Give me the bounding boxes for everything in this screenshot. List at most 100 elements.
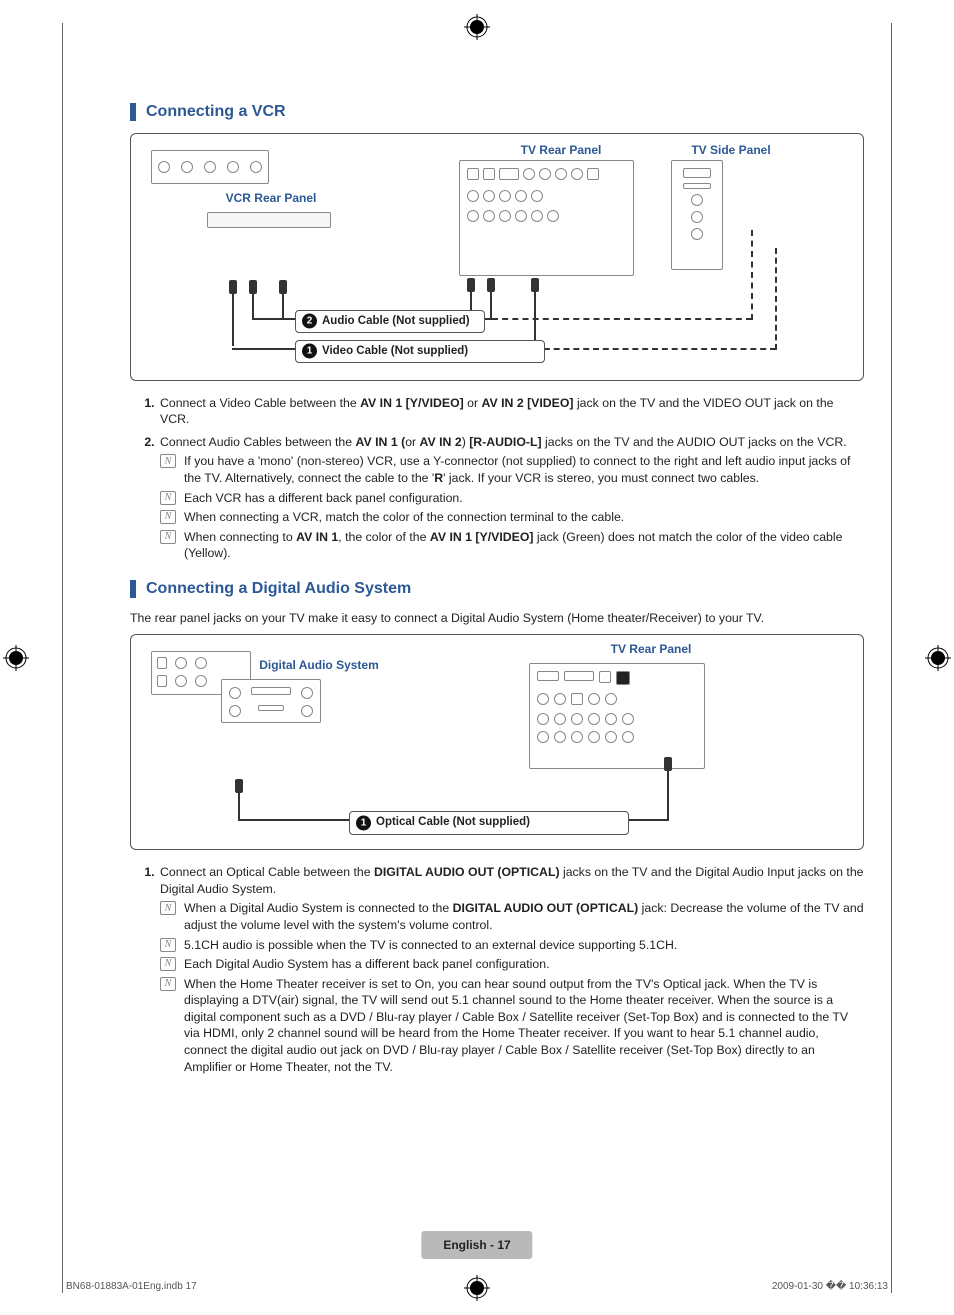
note-icon: N [160, 938, 176, 952]
text: Connect an Optical Cable between the [160, 865, 374, 879]
cable-line [490, 292, 492, 318]
label-tv-rear-panel: TV Rear Panel [576, 641, 726, 657]
note-item: N Each Digital Audio System has a differ… [160, 956, 864, 973]
text: 5.1CH audio is possible when the TV is c… [184, 938, 677, 952]
cable-line [232, 294, 234, 346]
note-icon: N [160, 510, 176, 524]
label-vcr-rear-panel: VCR Rear Panel [191, 190, 351, 206]
text-bold: AV IN 1 [296, 530, 338, 544]
registration-mark-icon [925, 645, 951, 671]
text: When connecting to [184, 530, 296, 544]
tv-rear-panel-icon [459, 160, 634, 276]
text-bold: AV IN 2 [VIDEO] [482, 396, 574, 410]
callout-number-1: 1 [302, 344, 317, 359]
callout-number-1: 1 [356, 815, 371, 830]
cable-plug-icon [235, 779, 243, 793]
cable-line [238, 793, 240, 819]
note-icon: N [160, 454, 176, 468]
section-heading-vcr: Connecting a VCR [130, 101, 864, 123]
footer-timestamp: 2009-01-30 �� 10:36:13 [772, 1280, 888, 1294]
text-bold: AV IN 1 ( [356, 435, 406, 449]
text-bold: AV IN 1 [Y/VIDEO] [430, 530, 534, 544]
note-item: N When a Digital Audio System is connect… [160, 900, 864, 933]
note-item: N When the Home Theater receiver is set … [160, 976, 864, 1076]
note-item: N If you have a 'mono' (non-stereo) VCR,… [160, 453, 864, 486]
vcr-jacks-icon [151, 150, 269, 184]
text: or [405, 435, 419, 449]
note-icon: N [160, 901, 176, 915]
cable-label-text: Optical Cable (Not supplied) [376, 816, 530, 828]
note-item: N When connecting to AV IN 1, the color … [160, 529, 864, 562]
cable-line [282, 294, 284, 318]
crop-rule [62, 23, 63, 1293]
vcr-device-icon [207, 212, 331, 228]
cable-dashed-line [775, 248, 777, 350]
step-1: Connect a Video Cable between the AV IN … [158, 395, 864, 428]
crop-rule [891, 23, 892, 1293]
cable-plug-icon [531, 278, 539, 292]
label-video-cable: 1 Video Cable (Not supplied) [295, 340, 545, 364]
page-number-badge: English - 17 [421, 1231, 532, 1259]
note-icon: N [160, 957, 176, 971]
cable-plug-icon [229, 280, 237, 294]
digital-audio-steps-list: Connect an Optical Cable between the DIG… [130, 864, 864, 1075]
text: ' jack. If your VCR is stereo, you must … [443, 471, 759, 485]
registration-mark-icon [464, 1275, 490, 1301]
cable-line [252, 294, 254, 318]
digital-audio-system-icon [221, 679, 321, 723]
text: When a Digital Audio System is connected… [184, 901, 453, 915]
step-2: Connect Audio Cables between the AV IN 1… [158, 434, 864, 562]
label-optical-cable: 1 Optical Cable (Not supplied) [349, 811, 629, 835]
label-tv-rear-panel: TV Rear Panel [491, 142, 631, 158]
cable-plug-icon [664, 757, 672, 771]
cable-plug-icon [467, 278, 475, 292]
label-digital-audio-system: Digital Audio System [219, 657, 419, 673]
cable-plug-icon [279, 280, 287, 294]
step-1: Connect an Optical Cable between the DIG… [158, 864, 864, 1075]
digital-audio-intro: The rear panel jacks on your TV make it … [130, 610, 864, 627]
note-icon: N [160, 491, 176, 505]
cable-line [667, 771, 669, 821]
text: Each VCR has a different back panel conf… [184, 491, 463, 505]
registration-mark-icon [464, 14, 490, 40]
note-item: N Each VCR has a different back panel co… [160, 490, 864, 507]
tv-side-panel-icon [671, 160, 723, 270]
text-bold: [R-AUDIO-L] [469, 435, 541, 449]
cable-label-text: Video Cable (Not supplied) [322, 345, 468, 357]
text: , the color of the [338, 530, 430, 544]
text-bold: AV IN 2 [420, 435, 462, 449]
label-audio-cable: 2 Audio Cable (Not supplied) [295, 310, 485, 334]
diagram-vcr-connection: VCR Rear Panel TV Rear Panel TV Side Pan… [130, 133, 864, 381]
text-bold: R [434, 471, 443, 485]
text: Connect Audio Cables between the [160, 435, 356, 449]
text-bold: DIGITAL AUDIO OUT (OPTICAL) [453, 901, 639, 915]
cable-label-text: Audio Cable (Not supplied) [322, 315, 470, 327]
vcr-steps-list: Connect a Video Cable between the AV IN … [130, 395, 864, 562]
section-heading-digital-audio: Connecting a Digital Audio System [130, 578, 864, 600]
note-icon: N [160, 530, 176, 544]
label-tv-side-panel: TV Side Panel [661, 142, 801, 158]
cable-plug-icon [249, 280, 257, 294]
heading-text: Connecting a VCR [146, 101, 286, 123]
note-item: N When connecting a VCR, match the color… [160, 509, 864, 526]
callout-number-2: 2 [302, 314, 317, 329]
tv-rear-panel-icon [529, 663, 705, 769]
note-item: N 5.1CH audio is possible when the TV is… [160, 937, 864, 954]
diagram-digital-audio-connection: Digital Audio System TV Rear Panel [130, 634, 864, 850]
text: or [464, 396, 482, 410]
text: Each Digital Audio System has a differen… [184, 957, 549, 971]
cable-dashed-line [492, 318, 752, 320]
note-icon: N [160, 977, 176, 991]
text: When the Home Theater receiver is set to… [184, 977, 848, 1074]
cable-plug-icon [487, 278, 495, 292]
text: Connect a Video Cable between the [160, 396, 360, 410]
cable-dashed-line [751, 230, 753, 320]
footer-file-info: BN68-01883A-01Eng.indb 17 [66, 1280, 197, 1294]
text-bold: AV IN 1 [Y/VIDEO] [360, 396, 464, 410]
text: jacks on the TV and the AUDIO OUT jacks … [542, 435, 847, 449]
registration-mark-icon [3, 645, 29, 671]
cable-dashed-line [534, 348, 776, 350]
heading-text: Connecting a Digital Audio System [146, 578, 411, 600]
text: When connecting a VCR, match the color o… [184, 510, 624, 524]
text-bold: DIGITAL AUDIO OUT (OPTICAL) [374, 865, 560, 879]
